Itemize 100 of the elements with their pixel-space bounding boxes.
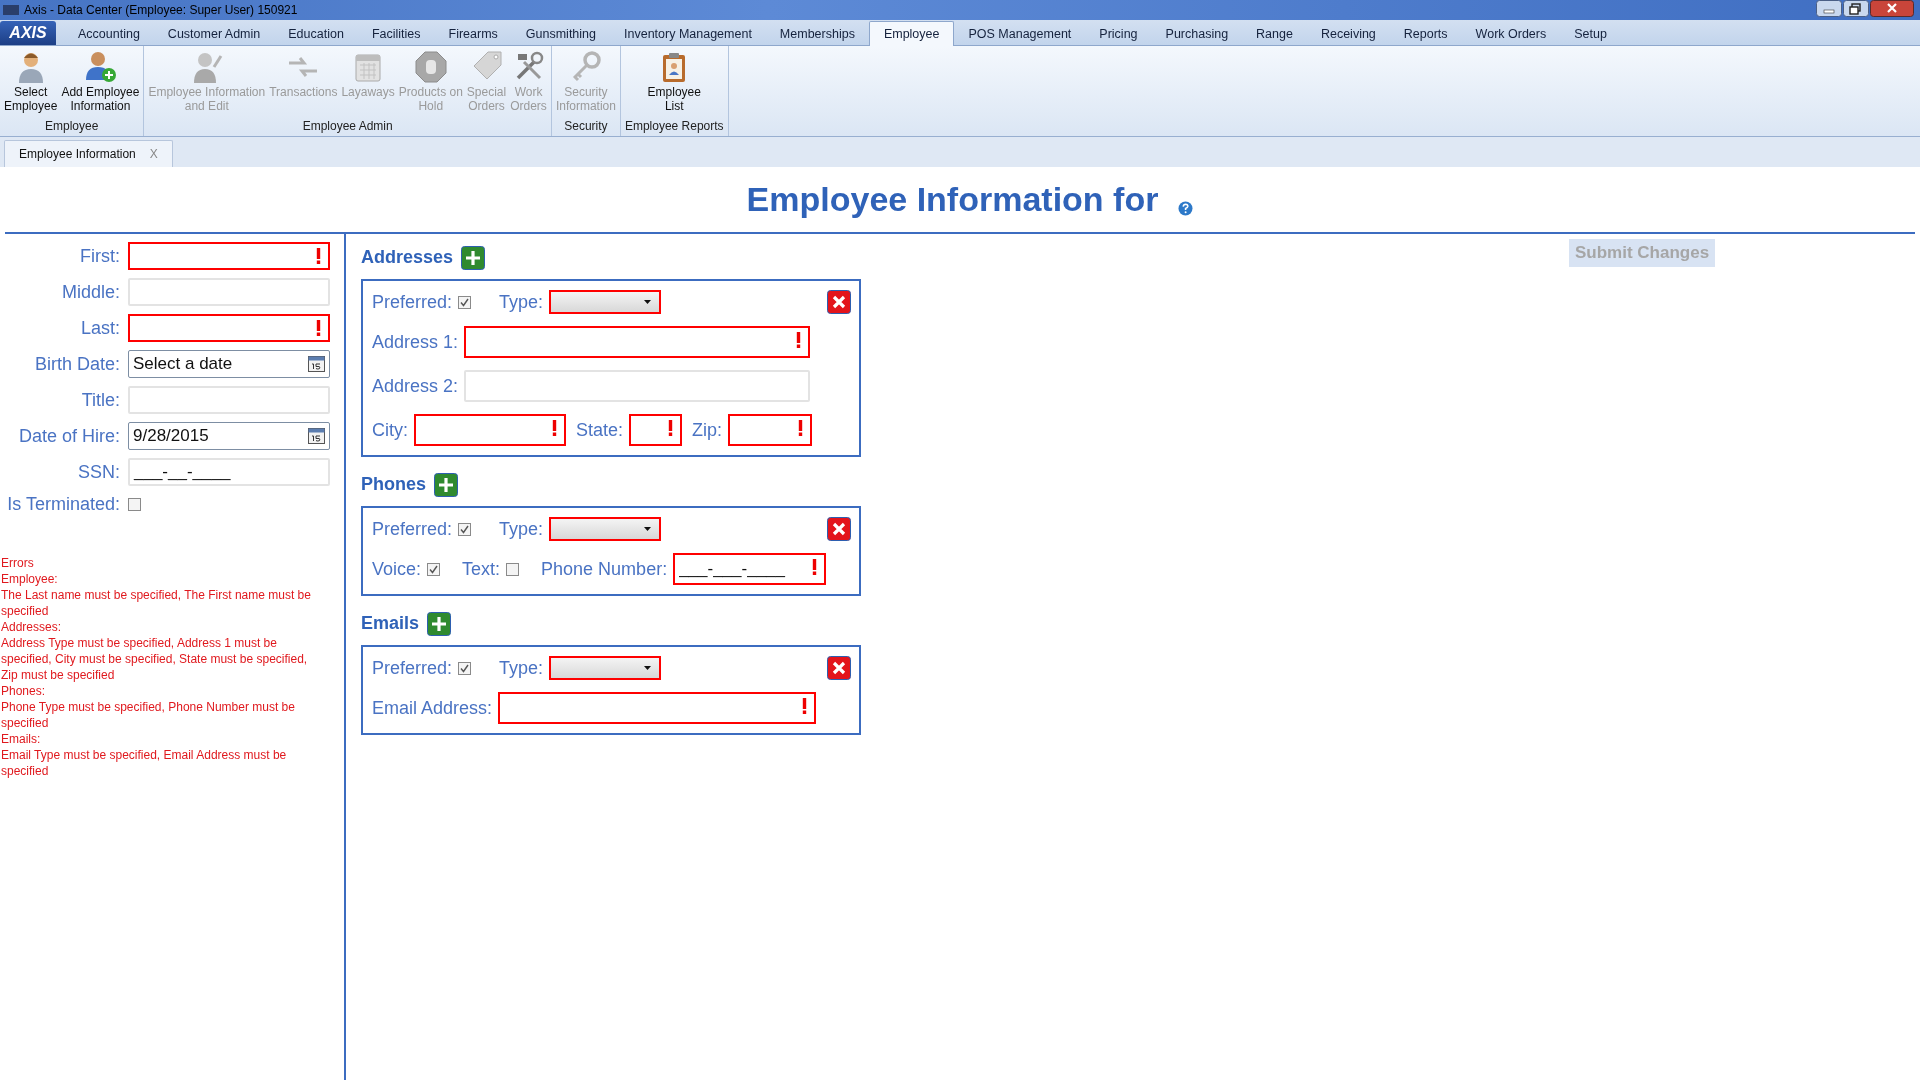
text-field[interactable]: ___-__-____ bbox=[128, 458, 330, 486]
city-field[interactable] bbox=[414, 414, 566, 446]
section-heading: Addresses bbox=[361, 247, 454, 268]
calendar-icon[interactable] bbox=[308, 428, 325, 444]
error-icon bbox=[798, 420, 804, 436]
menu-tab[interactable]: Purchasing bbox=[1151, 23, 1243, 45]
app-logo[interactable]: AXIS bbox=[0, 21, 56, 45]
address-field[interactable] bbox=[464, 326, 811, 358]
field-label: First: bbox=[79, 245, 120, 267]
add-button[interactable] bbox=[461, 245, 486, 270]
menu-tab[interactable]: Work Orders bbox=[1461, 23, 1561, 45]
person-plus-icon bbox=[83, 50, 118, 84]
field-label: Is Terminated: bbox=[6, 494, 120, 515]
error-message: Phone Type must be specified, Phone Number must be specified bbox=[1, 699, 296, 731]
email-field[interactable] bbox=[498, 692, 817, 724]
minimize-button[interactable] bbox=[1816, 0, 1842, 17]
calendar-icon[interactable] bbox=[308, 356, 325, 372]
error-icon bbox=[316, 248, 321, 264]
checkbox[interactable] bbox=[458, 295, 472, 309]
error-message: Employee: bbox=[1, 571, 59, 587]
ribbon-button[interactable]: Select Employee bbox=[4, 46, 58, 119]
checkbox[interactable] bbox=[128, 498, 141, 511]
menu-tab[interactable]: Customer Admin bbox=[153, 23, 275, 45]
menu-tab[interactable]: Facilities bbox=[357, 23, 435, 45]
error-message: The Last name must be specified, The First name must be specified bbox=[1, 587, 311, 619]
error-message: Addresses: bbox=[1, 619, 63, 635]
field-label: Email Address: bbox=[372, 697, 493, 719]
window-title: Axis - Data Center (Employee: Super User) 150921 bbox=[24, 3, 298, 17]
menu-tab[interactable]: Reports bbox=[1389, 23, 1462, 45]
field-label: SSN: bbox=[77, 461, 120, 483]
error-message: Email Type must be specified, Email Address must be specified bbox=[1, 747, 288, 779]
field-label: Preferred: bbox=[372, 291, 453, 313]
type-dropdown[interactable] bbox=[549, 290, 662, 314]
stop-hand-icon bbox=[413, 50, 448, 84]
group-label: Employee bbox=[45, 119, 99, 135]
menu-tab[interactable]: Pricing bbox=[1085, 23, 1152, 45]
checkbox[interactable] bbox=[458, 661, 472, 675]
type-dropdown[interactable] bbox=[549, 656, 662, 680]
text-field[interactable] bbox=[128, 242, 330, 270]
menu-tab[interactable]: Range bbox=[1242, 23, 1307, 45]
delete-button[interactable] bbox=[827, 517, 851, 541]
phone-field[interactable]: ___-___-____ bbox=[673, 553, 827, 585]
field-label: Middle: bbox=[60, 281, 120, 303]
menu-tab[interactable]: POS Management bbox=[954, 23, 1086, 45]
section-heading: Phones bbox=[361, 474, 426, 495]
document-tab[interactable]: Employee Information X bbox=[4, 140, 173, 167]
date-field[interactable]: Select a date bbox=[128, 350, 330, 378]
caret-icon bbox=[644, 300, 652, 304]
field-label: Type: bbox=[499, 291, 544, 313]
ribbon-button[interactable]: Add Employee Information bbox=[61, 46, 140, 119]
field-label: Text: bbox=[462, 558, 501, 580]
error-icon bbox=[812, 559, 818, 575]
checkbox[interactable] bbox=[427, 562, 441, 576]
field-label: Preferred: bbox=[372, 657, 453, 679]
error-icon bbox=[316, 320, 321, 336]
error-message: Phones: bbox=[1, 683, 47, 699]
field-label: Voice: bbox=[372, 558, 422, 580]
menu-tab[interactable]: Receiving bbox=[1306, 23, 1390, 45]
field-label: Last: bbox=[79, 317, 120, 339]
field-label: Date of Hire: bbox=[17, 425, 120, 447]
menu-tab[interactable]: Employee bbox=[868, 21, 955, 46]
zip-field[interactable] bbox=[728, 414, 813, 446]
add-button[interactable] bbox=[427, 611, 452, 636]
caret-icon bbox=[644, 527, 652, 531]
ribbon-button[interactable]: Employee List bbox=[647, 46, 701, 119]
menu-tab[interactable]: Memberships bbox=[765, 23, 869, 45]
menu-tab[interactable]: Setup bbox=[1560, 23, 1621, 45]
state-field[interactable] bbox=[629, 414, 683, 446]
error-icon bbox=[552, 420, 557, 436]
menu-tab[interactable]: Education bbox=[274, 23, 358, 45]
type-dropdown[interactable] bbox=[549, 517, 662, 541]
group-label: Employee Reports bbox=[624, 119, 724, 135]
help-icon[interactable] bbox=[1178, 201, 1194, 216]
text-field[interactable] bbox=[128, 314, 330, 342]
delete-button[interactable] bbox=[827, 290, 851, 314]
date-field[interactable]: 9/28/2015 bbox=[128, 422, 330, 450]
menu-tab[interactable]: Inventory Management bbox=[610, 23, 766, 45]
field-label: Address 2: bbox=[372, 375, 459, 397]
field-label: Birth Date: bbox=[33, 353, 120, 375]
field-label: Zip: bbox=[692, 419, 723, 441]
error-icon bbox=[796, 332, 802, 348]
add-button[interactable] bbox=[434, 472, 458, 497]
error-icon bbox=[802, 698, 808, 714]
field-label: Type: bbox=[499, 657, 544, 679]
maximize-button[interactable] bbox=[1843, 0, 1869, 17]
error-icon bbox=[668, 420, 674, 436]
group-label: Employee Admin bbox=[302, 119, 393, 135]
delete-button[interactable] bbox=[827, 656, 851, 680]
page-heading: Employee Information for bbox=[746, 180, 1159, 219]
field-label: Type: bbox=[499, 518, 544, 540]
field-label: Preferred: bbox=[372, 518, 453, 540]
close-button[interactable] bbox=[1870, 0, 1914, 17]
field-label: City: bbox=[372, 419, 408, 441]
checkbox[interactable] bbox=[458, 522, 472, 536]
menu-tab[interactable]: Accounting bbox=[64, 23, 154, 45]
menu-tab[interactable]: Gunsmithing bbox=[511, 23, 610, 45]
menu-tab[interactable]: Firearms bbox=[434, 23, 512, 45]
caret-icon bbox=[644, 666, 652, 670]
field-label: Address 1: bbox=[372, 331, 459, 353]
checkbox[interactable] bbox=[506, 562, 520, 576]
